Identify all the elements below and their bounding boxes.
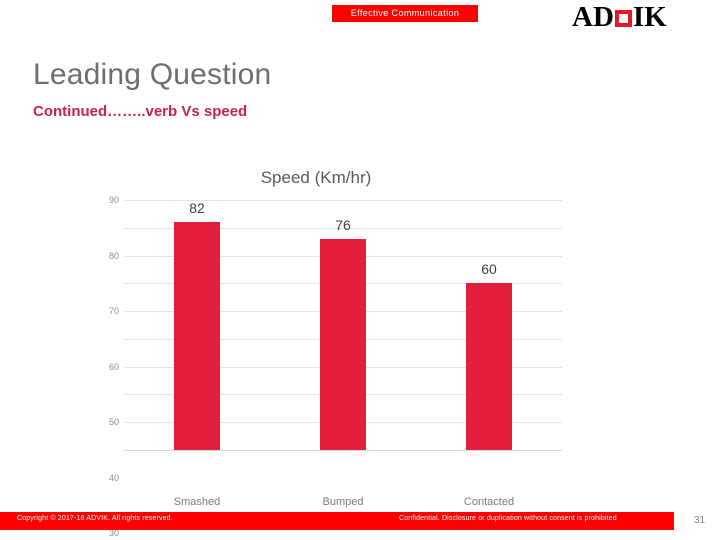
y-axis-tick-label: 40: [108, 472, 119, 483]
chart-bar-value-label: 60: [481, 261, 497, 278]
x-axis-category-label: Contacted: [463, 496, 515, 508]
y-axis-tick-label: 80: [108, 250, 119, 261]
chart-bar[interactable]: [466, 283, 512, 450]
page-subtitle: Continued……..verb Vs speed: [33, 103, 248, 120]
slide-canvas: Effective Communication AD IK Leading Que…: [0, 0, 720, 540]
chart-axis-baseline: 0: [124, 450, 562, 451]
y-axis-tick-label: 60: [108, 361, 119, 372]
y-axis-tick-label: 50: [108, 417, 119, 428]
bar-chart: Speed (Km/hr) 908070605040302010082Smash…: [96, 160, 576, 538]
y-axis-tick-label: 70: [108, 306, 119, 317]
logo-square-mark-icon: [614, 9, 632, 27]
chart-bar[interactable]: [174, 222, 220, 450]
chart-bar-value-label: 82: [189, 200, 205, 217]
logo-text-right: IK: [632, 0, 667, 33]
footer-copyright: Copyright © 2017-18 ADVIK. All rights re…: [17, 515, 173, 522]
chart-bar-value-label: 76: [335, 216, 351, 233]
footer-confidentiality-notice: Confidential. Disclosure or duplication …: [399, 515, 617, 522]
page-title: Leading Question: [33, 58, 272, 91]
header-banner: Effective Communication: [332, 5, 478, 22]
page-number: 31: [694, 515, 706, 526]
y-axis-tick-label: 90: [108, 195, 119, 205]
chart-title: Speed (Km/hr): [260, 168, 372, 187]
chart-plot-area: 908070605040302010082Smashed76Bumped60Co…: [109, 195, 562, 538]
advik-logo: AD IK: [572, 0, 667, 33]
x-axis-category-label: Bumped: [322, 496, 364, 508]
chart-bar[interactable]: [320, 238, 366, 450]
logo-text-left: AD: [572, 0, 614, 33]
x-axis-category-label: Smashed: [173, 496, 221, 508]
